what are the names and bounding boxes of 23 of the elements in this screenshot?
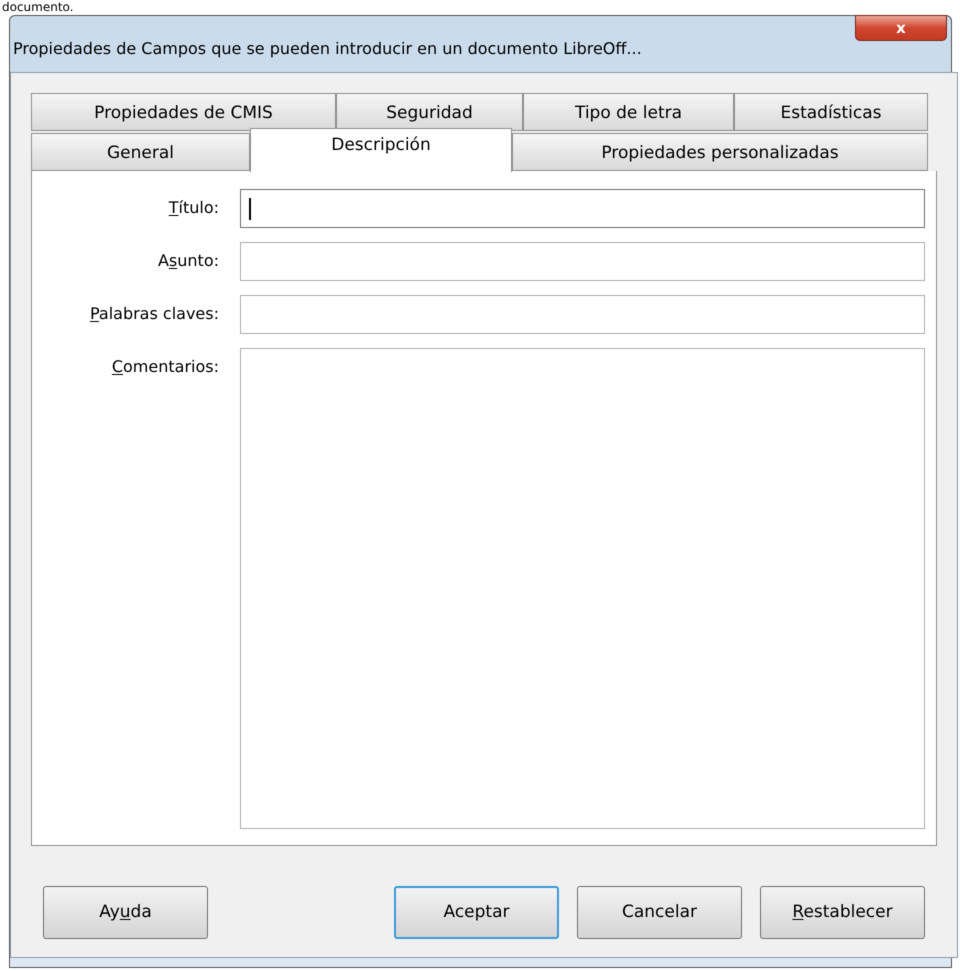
text-cursor xyxy=(249,198,251,220)
tab[interactable]: General xyxy=(31,133,250,171)
dialog-button[interactable]: Aceptar xyxy=(394,886,559,939)
comments-field[interactable] xyxy=(240,348,925,829)
tab[interactable]: Seguridad xyxy=(336,93,523,131)
field-label: Asunto: xyxy=(156,250,219,272)
dialog-button[interactable]: Cancelar xyxy=(577,886,742,939)
tab[interactable]: Descripción xyxy=(250,128,512,172)
dialog-button[interactable]: Ayuda xyxy=(43,886,208,939)
close-button[interactable]: x xyxy=(855,15,947,41)
field-label: Comentarios: xyxy=(110,356,219,378)
input-field[interactable] xyxy=(240,295,925,334)
tab[interactable]: Propiedades personalizadas xyxy=(512,133,928,171)
input-field[interactable] xyxy=(240,189,925,228)
dialog-button[interactable]: Restablecer xyxy=(760,886,925,939)
tab[interactable]: Propiedades de CMIS xyxy=(31,93,336,131)
window-title: Propiedades de Campos que se pueden introducir en un documento LibreOff... xyxy=(13,38,642,60)
field-label: Palabras claves: xyxy=(88,303,219,325)
caption-text: documento. xyxy=(2,0,74,14)
input-field[interactable] xyxy=(240,242,925,281)
tab[interactable]: Estadísticas xyxy=(734,93,928,131)
field-label: Título: xyxy=(168,197,219,219)
tab[interactable]: Tipo de letra xyxy=(523,93,734,131)
